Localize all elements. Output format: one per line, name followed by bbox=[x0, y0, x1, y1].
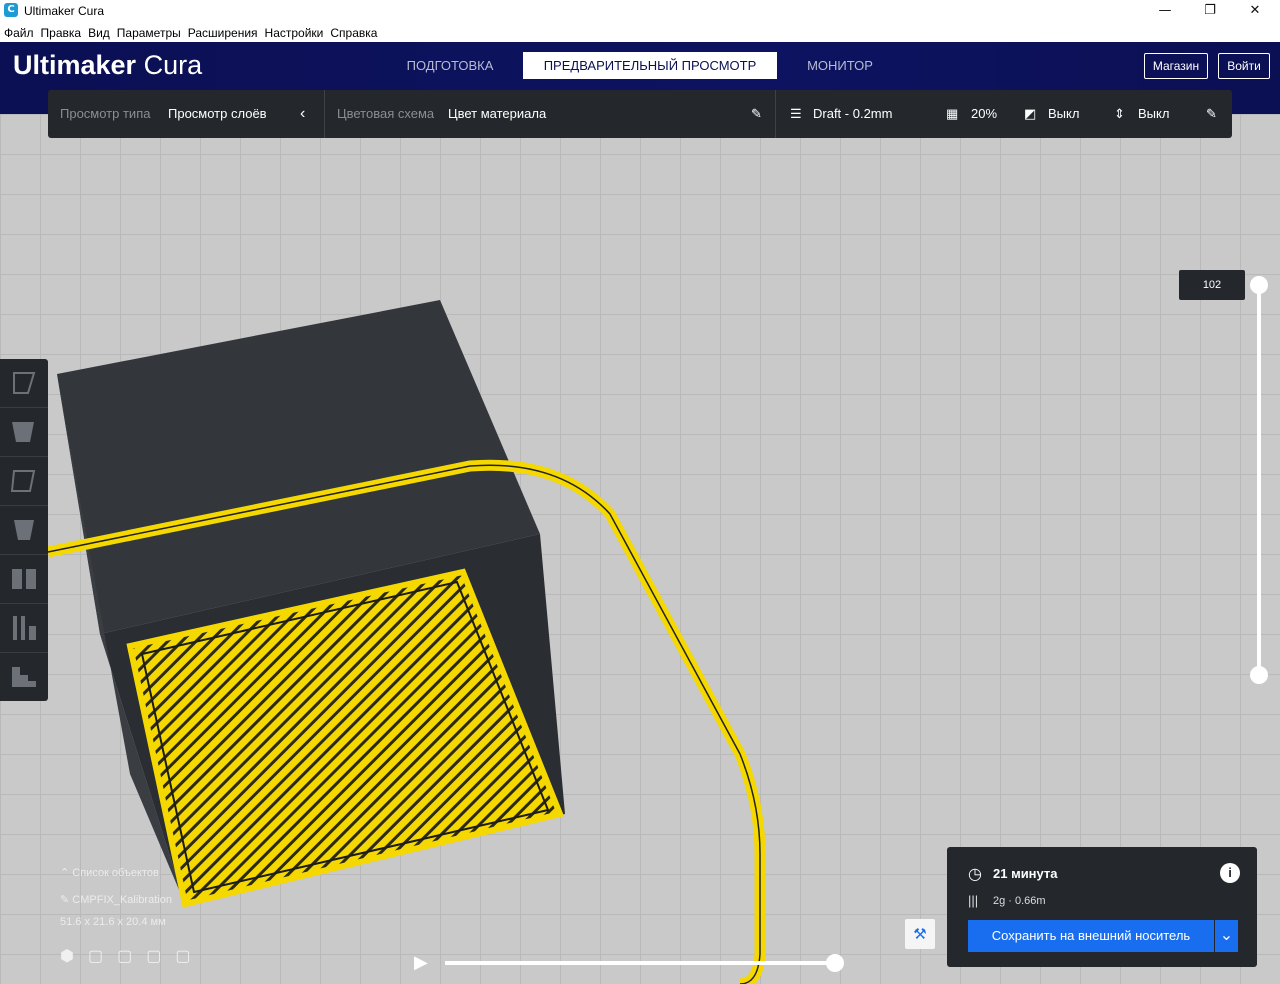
cura-app-icon: C bbox=[4, 3, 18, 17]
filament-icon: ||| bbox=[968, 893, 979, 908]
tools-panel bbox=[0, 359, 48, 701]
info-icon[interactable]: i bbox=[1220, 863, 1240, 883]
material-usage: 2g · 0.66m bbox=[993, 895, 1046, 907]
layer-slider-top-handle[interactable] bbox=[1250, 276, 1268, 294]
object-dimensions: 51.6 x 21.6 x 20.4 мм bbox=[60, 916, 166, 928]
window-title: Ultimaker Cura bbox=[24, 4, 105, 18]
support-value[interactable]: Выкл bbox=[1048, 90, 1079, 138]
save-to-removable-drive-button[interactable]: Сохранить на внешний носитель bbox=[968, 920, 1214, 952]
window-titlebar: C Ultimaker Cura — ❐ ✕ bbox=[0, 0, 1280, 22]
object-name: CMPFIX_Kalibration bbox=[72, 894, 172, 906]
menu-file[interactable]: Файл bbox=[4, 23, 34, 43]
toolbar-divider bbox=[324, 90, 325, 138]
scale-tool-icon[interactable] bbox=[0, 408, 48, 457]
path-progress-track[interactable] bbox=[445, 961, 837, 965]
stairs-tool-icon[interactable] bbox=[0, 653, 48, 701]
menu-extensions[interactable]: Расширения bbox=[188, 23, 258, 43]
close-button[interactable]: ✕ bbox=[1232, 0, 1278, 22]
edit-pencil-icon[interactable]: ✎ bbox=[751, 90, 762, 138]
menu-edit[interactable]: Правка bbox=[41, 23, 82, 43]
menu-help[interactable]: Справка bbox=[330, 23, 377, 43]
print-time: 21 минута bbox=[993, 866, 1058, 881]
adhesion-icon: ⇕ bbox=[1114, 106, 1125, 121]
move-tool-icon[interactable] bbox=[0, 359, 48, 408]
settings-pencil-icon[interactable]: ✎ bbox=[1206, 90, 1217, 138]
object-list-title: Список объектов bbox=[72, 867, 159, 879]
layer-slider-track[interactable] bbox=[1257, 285, 1261, 675]
profile-icon: ☰ bbox=[790, 106, 802, 121]
view-type-label: Просмотр типа bbox=[60, 106, 151, 121]
mirror-tool-icon[interactable] bbox=[0, 506, 48, 555]
path-progress-handle[interactable] bbox=[826, 954, 844, 972]
front-view-icon[interactable]: ▢ bbox=[88, 948, 117, 965]
view-settings-toolbar: Просмотр типа Просмотр слоёв ‹ Цветовая … bbox=[48, 90, 1232, 138]
object-list-header[interactable]: ⌃ Список объектов bbox=[60, 866, 204, 879]
top-view-icon[interactable]: ▢ bbox=[117, 948, 146, 965]
chevron-left-icon[interactable]: ‹ bbox=[300, 90, 305, 138]
play-icon[interactable]: ▶ bbox=[414, 952, 428, 973]
print-info-panel: ◷ 21 минута i ||| 2g · 0.66m Сохранить н… bbox=[947, 847, 1257, 967]
rotate-tool-icon[interactable] bbox=[0, 457, 48, 506]
layer-slider-bottom-handle[interactable] bbox=[1250, 666, 1268, 684]
left-view-icon[interactable]: ▢ bbox=[146, 948, 175, 965]
menu-preferences[interactable]: Настройки bbox=[265, 23, 324, 43]
per-model-settings-icon[interactable] bbox=[0, 555, 48, 604]
tab-monitor[interactable]: МОНИТОР bbox=[790, 52, 890, 79]
menu-settings[interactable]: Параметры bbox=[117, 23, 181, 43]
right-view-icon[interactable]: ▢ bbox=[175, 948, 204, 965]
hammer-wrench-icon[interactable]: ⚒ bbox=[905, 919, 935, 949]
pencil-icon: ✎ bbox=[60, 894, 70, 906]
object-name-row[interactable]: ✎ CMPFIX_Kalibration bbox=[60, 893, 204, 906]
menu-view[interactable]: Вид bbox=[88, 23, 110, 43]
toolbar-divider bbox=[775, 90, 776, 138]
infill-icon: ▦ bbox=[946, 106, 959, 121]
current-layer-label[interactable]: 102 bbox=[1179, 270, 1245, 300]
support-icon: ◩ bbox=[1024, 106, 1037, 121]
ultimaker-cura-logo: Ultimaker Cura bbox=[13, 50, 203, 80]
marketplace-button[interactable]: Магазин bbox=[1144, 53, 1208, 79]
color-scheme-dropdown[interactable]: Цвет материала bbox=[448, 90, 546, 138]
menu-bar: Файл Правка Вид Параметры Расширения Настройк… bbox=[0, 22, 1280, 42]
adhesion-value[interactable]: Выкл bbox=[1138, 90, 1169, 138]
color-scheme-label: Цветовая схема bbox=[337, 106, 435, 121]
sign-in-button[interactable]: Войти bbox=[1218, 53, 1270, 79]
minimize-button[interactable]: — bbox=[1142, 0, 1188, 22]
object-list-panel: ⌃ Список объектов ✎ CMPFIX_Kalibration 5… bbox=[60, 866, 204, 966]
3d-view-icon[interactable]: ⬢ bbox=[60, 948, 88, 965]
clock-icon: ◷ bbox=[968, 866, 982, 883]
chevron-down-icon[interactable]: ⌄ bbox=[1215, 920, 1238, 952]
maximize-button[interactable]: ❐ bbox=[1187, 0, 1233, 22]
tab-preview[interactable]: ПРЕДВАРИТЕЛЬНЫЙ ПРОСМОТР bbox=[523, 52, 777, 79]
support-blocker-icon[interactable] bbox=[0, 604, 48, 653]
view-type-dropdown[interactable]: Просмотр слоёв bbox=[168, 90, 267, 138]
tab-prepare[interactable]: ПОДГОТОВКА bbox=[388, 52, 512, 79]
view-orientation-buttons[interactable]: ⬢▢▢▢▢ bbox=[60, 946, 204, 966]
chevron-up-icon: ⌃ bbox=[60, 867, 70, 879]
infill-value[interactable]: 20% bbox=[971, 90, 997, 138]
print-profile[interactable]: Draft - 0.2mm bbox=[813, 90, 892, 138]
